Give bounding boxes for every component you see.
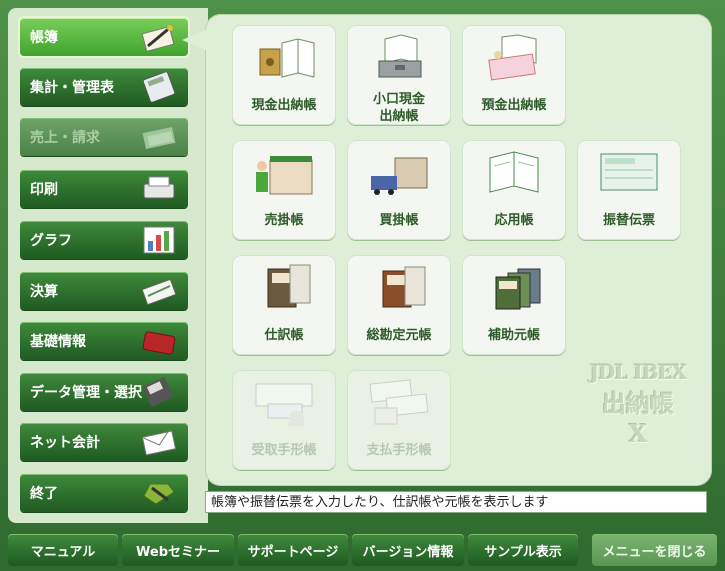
pen-notebook-icon [141,24,175,52]
sidebar-item-data-management[interactable]: データ管理・選択 [20,373,188,411]
tile-transfer-slip[interactable]: 振替伝票 [577,140,681,240]
sidebar-item-basic-info[interactable]: 基礎情報 [20,322,188,360]
briefcase-icon [142,331,176,355]
floppy-disk-icon [142,377,174,407]
sidebar-item-graph[interactable]: グラフ [20,221,188,259]
report-book-icon [141,278,177,306]
tile-notes-payable[interactable]: 支払手形帳 [347,370,451,470]
tile-deposit-ledger[interactable]: 預金出納帳 [462,25,566,125]
tile-label: 現金出納帳 [251,98,317,113]
tile-cash-ledger[interactable]: 現金出納帳 [232,25,336,125]
tile-label: 売掛帳 [264,213,304,228]
sidebar-item-label: 決算 [30,284,58,300]
safe-ledger-icon [259,38,315,78]
sidebar-item-net-accounting[interactable]: ネット会計 [20,423,188,461]
sidebar-item-summary[interactable]: 集計・管理表 [20,68,188,106]
sidebar-item-label: 終了 [30,486,58,502]
promissory-note-receive-icon [255,383,313,426]
sidebar-item-ledger[interactable]: 帳簿 [20,18,188,56]
tile-subsidiary-ledger[interactable]: 補助元帳 [462,255,566,355]
product-logo-watermark: JDL IBEX 出納帳 X [578,360,698,448]
subsidiary-ledger-icon [495,268,541,310]
bankbook-ledger-icon [488,34,537,81]
tile-label: 応用帳 [494,213,534,228]
support-page-button[interactable]: サポートページ [238,534,348,566]
logo-line2: 出納帳 [602,390,674,418]
printer-icon [143,176,175,199]
sidebar-item-label: ネット会計 [30,435,100,451]
transfer-slip-icon [600,153,658,191]
cashbox-ledger-icon [378,34,422,78]
panel-pointer [182,30,206,50]
open-ledger-icon [489,151,539,193]
calculator-icon [142,72,176,102]
version-info-button[interactable]: バージョン情報 [352,534,464,566]
tile-applied-ledger[interactable]: 応用帳 [462,140,566,240]
tile-label: 総勘定元帳 [366,328,432,343]
logo-line3: X [628,419,648,448]
tile-label: 買掛帳 [379,213,419,228]
bar-chart-icon [143,226,175,254]
sidebar-item-settlement[interactable]: 決算 [20,272,188,310]
tile-label: 預金出納帳 [481,98,547,113]
web-seminar-button[interactable]: Webセミナー [122,534,234,566]
warehouse-truck-icon [371,157,428,195]
envelope-icon [141,428,177,456]
tile-label: 振替伝票 [602,213,655,228]
sidebar-item-print[interactable]: 印刷 [20,170,188,208]
sidebar-item-label: 帳簿 [30,30,58,46]
tile-accounts-payable[interactable]: 買掛帳 [347,140,451,240]
sidebar-item-label: 売上・請求 [30,130,100,146]
company-store-icon [256,156,313,195]
tile-accounts-receivable[interactable]: 売掛帳 [232,140,336,240]
tile-label: 仕訳帳 [264,328,304,343]
close-menu-button[interactable]: メニューを閉じる [592,534,717,566]
journal-book-icon [267,264,311,308]
invoice-icon [142,127,176,149]
manual-button[interactable]: マニュアル [8,534,118,566]
promissory-note-pay-icon [369,379,429,425]
sidebar-item-label: データ管理・選択 [30,385,142,401]
logo-line1: JDL IBEX [589,360,688,384]
tile-notes-receivable[interactable]: 受取手形帳 [232,370,336,470]
tile-label: 支払手形帳 [366,443,432,458]
sidebar-item-label: 集計・管理表 [30,80,114,96]
tile-label: 補助元帳 [487,328,540,343]
tile-label: 小口現金 出納帳 [372,92,425,124]
sidebar-item-exit[interactable]: 終了 [20,474,188,512]
sidebar-item-label: 印刷 [30,182,58,198]
tile-petty-cash-ledger[interactable]: 小口現金 出納帳 [347,25,451,125]
exit-icon [143,483,175,505]
tile-journal[interactable]: 仕訳帳 [232,255,336,355]
sample-display-button[interactable]: サンプル表示 [468,534,578,566]
bottom-bar: マニュアル Webセミナー サポートページ バージョン情報 サンプル表示 メニュ… [0,528,725,571]
sidebar-item-sales[interactable]: 売上・請求 [20,118,188,156]
tile-label: 受取手形帳 [251,443,317,458]
sidebar-item-label: 基礎情報 [30,334,86,350]
status-description: 帳簿や振替伝票を入力したり、仕訳帳や元帳を表示します [205,491,707,513]
tile-general-ledger[interactable]: 総勘定元帳 [347,255,451,355]
sidebar-item-label: グラフ [30,233,72,249]
general-ledger-icon [382,266,426,308]
